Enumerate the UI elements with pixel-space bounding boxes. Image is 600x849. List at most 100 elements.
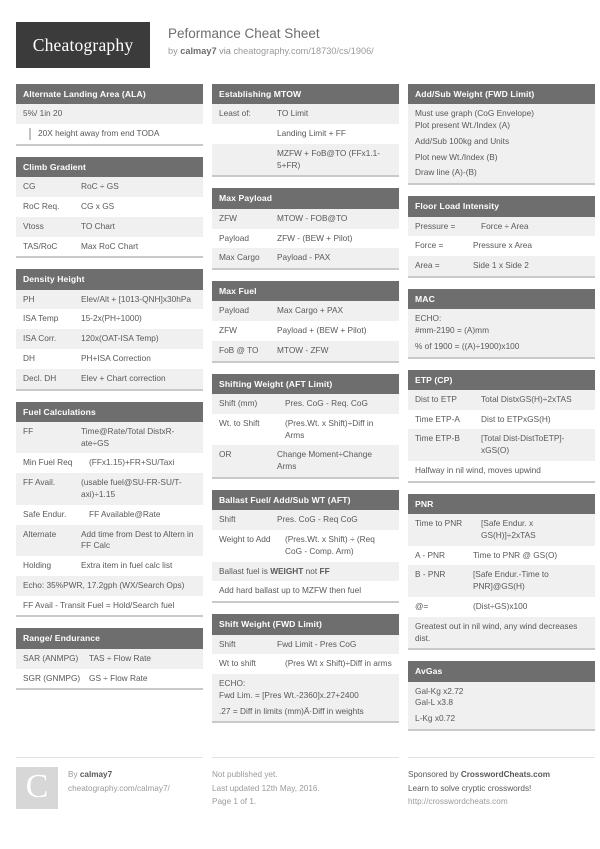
row-key: Time to PNR bbox=[415, 518, 463, 529]
row-key: Time ETP-A bbox=[415, 413, 460, 424]
row-key: SAR (ANMPG) bbox=[23, 652, 79, 663]
card-note: FF Avail - Transit Fuel = Hold/Search fu… bbox=[16, 595, 203, 616]
row-value: TO Limit bbox=[277, 108, 309, 119]
card-title: Establishing MTOW bbox=[212, 84, 399, 105]
card-title: Shift Weight (FWD Limit) bbox=[212, 614, 399, 635]
page-title: Peformance Cheat Sheet bbox=[168, 26, 320, 41]
footer-sponsor-name[interactable]: CrosswordCheats.com bbox=[461, 770, 550, 779]
row-value: ZFW - (BEW + Pilot) bbox=[277, 232, 353, 243]
card-note: Plot present Wt./Index (A) bbox=[408, 120, 595, 136]
row-key: Force = bbox=[415, 240, 444, 251]
cheatsheet-card: Climb Gradient CG RoC ÷ GS RoC Req. CG x GS V… bbox=[16, 156, 203, 259]
card-row: Time to PNR [Safe Endur. x GS(H)]÷2xTAS bbox=[408, 514, 595, 546]
row-value: Fwd Limit - Pres CoG bbox=[277, 638, 357, 649]
row-key bbox=[219, 128, 277, 140]
row-value: Elev/Alt + [1013-QNH]x30hPa bbox=[81, 293, 191, 304]
card-row: ZFW Payload + (BEW + Pilot) bbox=[212, 321, 399, 341]
footer-last-updated: Last updated 12th May, 2016. bbox=[212, 783, 320, 793]
card-note: #mm-2190 = (A)mm bbox=[408, 324, 595, 341]
cheatsheet-card: Ballast Fuel/ Add/Sub WT (AFT) Shift Pres.… bbox=[212, 489, 399, 604]
card-row: Min Fuel Req (FFx1.15)+FR+SU/Taxi bbox=[16, 453, 203, 474]
card-title: Add/Sub Weight (FWD Limit) bbox=[408, 84, 595, 105]
row-value: 120x(OAT-ISA Temp) bbox=[81, 333, 159, 344]
row-value: Landing Limit + FF bbox=[277, 128, 346, 139]
card-note: ECHO: bbox=[212, 674, 399, 690]
byline-source-url[interactable]: cheatography.com/18730/cs/1906/ bbox=[233, 46, 373, 56]
row-key: CG bbox=[23, 181, 36, 192]
row-key: B - PNR bbox=[415, 569, 446, 580]
card-row: ISA Temp 15-2x(PH÷1000) bbox=[16, 309, 203, 330]
footer-page-info: Page 1 of 1. bbox=[212, 797, 257, 807]
card-row: SGR (GNMPG) GS ÷ Flow Rate bbox=[16, 668, 203, 689]
row-value: Pressure x Area bbox=[473, 240, 533, 251]
footer-publish-status: Not published yet. bbox=[212, 769, 278, 779]
card-note: Gal-Kg x2.72 bbox=[408, 681, 595, 698]
card-row: Shift (mm) Pres. CoG - Req. CoG bbox=[212, 394, 399, 414]
card-note: Fwd Lim. = [Pres Wt.-2360]x.27+2400 bbox=[212, 689, 399, 706]
card-title: Floor Load Intensity bbox=[408, 196, 595, 217]
card-row: Dist to ETP Total DistxGS(H)÷2xTAS bbox=[408, 389, 595, 410]
footer-sponsor-tagline: Learn to solve cryptic crosswords! bbox=[408, 783, 532, 793]
cheatsheet-card: Alternate Landing Area (ALA) 5%/ 1in 20 20… bbox=[16, 84, 203, 146]
card-row: Weight to Add (Pres.Wt. x Shift) ÷ (Req C… bbox=[212, 530, 399, 562]
footer-author-text: By calmay7 cheatography.com/calmay7/ bbox=[68, 767, 170, 809]
byline: by calmay7 via cheatography.com/18730/cs… bbox=[168, 46, 374, 58]
row-value: (usable fuel@SU-FR-SU/T-axi)÷1.15 bbox=[81, 477, 182, 499]
row-value: GS ÷ Flow Rate bbox=[89, 672, 148, 683]
row-key: ISA Corr. bbox=[23, 333, 57, 344]
card-row: ZFW MTOW - FOB@TO bbox=[212, 208, 399, 229]
card-title: Max Payload bbox=[212, 188, 399, 209]
row-key: ZFW bbox=[219, 325, 237, 336]
footer-author-name[interactable]: calmay7 bbox=[80, 770, 112, 779]
card-title: PNR bbox=[408, 493, 595, 515]
card-row: TAS/RoC Max RoC Chart bbox=[16, 236, 203, 257]
footer-author-url[interactable]: cheatography.com/calmay7/ bbox=[68, 782, 170, 796]
row-value: Time to PNR @ GS(O) bbox=[473, 549, 558, 560]
card-title: AvGas bbox=[408, 661, 595, 682]
row-value: MZFW + FoB@TO (FFx1.1-5+FR) bbox=[277, 147, 380, 170]
footer-sponsor-line: Sponsored by CrosswordCheats.com bbox=[408, 768, 595, 782]
row-key: Pressure = bbox=[415, 220, 456, 231]
card-row: RoC Req. CG x GS bbox=[16, 196, 203, 217]
row-key: Time ETP-B bbox=[415, 433, 460, 444]
row-key: Vtoss bbox=[23, 220, 44, 231]
card-row: FoB @ TO MTOW - ZFW bbox=[212, 340, 399, 361]
card-row: Time ETP-A Dist to ETPxGS(H) bbox=[408, 409, 595, 430]
row-value: Side 1 x Side 2 bbox=[473, 260, 529, 271]
footer-by-line: By calmay7 bbox=[68, 768, 170, 782]
row-value: FF Available@Rate bbox=[89, 508, 161, 519]
card-note: Ballast fuel is WEIGHT not FF bbox=[212, 561, 399, 582]
byline-author[interactable]: calmay7 bbox=[180, 46, 216, 56]
row-value: [Safe Endur. x GS(H)]÷2xTAS bbox=[481, 518, 536, 540]
row-key: FF Avail. bbox=[23, 477, 56, 488]
card-row: CG RoC ÷ GS bbox=[16, 177, 203, 197]
cheatsheet-card: MAC ECHO: #mm-2190 = (A)mm% of 1900 = ((A)… bbox=[408, 288, 595, 359]
cheatsheet-card: Max Fuel Payload Max Cargo + PAX ZFW Payload… bbox=[212, 281, 399, 363]
note-text: not bbox=[303, 565, 320, 576]
card-note: Greatest out in nil wind, any wind decre… bbox=[408, 616, 595, 649]
card-note: Must use graph (CoG Envelope) bbox=[408, 104, 595, 121]
card-row: Holding Extra item in fuel calc list bbox=[16, 556, 203, 576]
row-key: FF bbox=[23, 425, 34, 436]
row-value: Change Moment÷Change Arms bbox=[277, 449, 372, 472]
footer-sponsor-url[interactable]: http://crosswordcheats.com bbox=[408, 795, 595, 809]
cheatography-logo[interactable]: Cheatography bbox=[16, 22, 150, 68]
card-row: Pressure = Force ÷ Area bbox=[408, 216, 595, 237]
row-value: Elev + Chart correction bbox=[81, 372, 166, 383]
row-key: Payload bbox=[219, 305, 249, 316]
card-row: Safe Endur. FF Available@Rate bbox=[16, 504, 203, 525]
row-key: Max Cargo bbox=[219, 252, 260, 263]
card-row: Shift Pres. CoG - Req CoG bbox=[212, 510, 399, 531]
card-note: 5%/ 1in 20 bbox=[16, 104, 203, 125]
row-key: Decl. DH bbox=[23, 372, 57, 383]
card-row: FF Time@Rate/Total DistxR-ate÷GS bbox=[16, 421, 203, 454]
row-key: Shift bbox=[219, 514, 236, 525]
cheatsheet-column: Alternate Landing Area (ALA) 5%/ 1in 20 20… bbox=[16, 84, 203, 701]
row-value: RoC ÷ GS bbox=[81, 181, 119, 192]
card-row: Payload ZFW - (BEW + Pilot) bbox=[212, 228, 399, 249]
logo-text: Cheatography bbox=[32, 34, 134, 55]
card-title: MAC bbox=[408, 288, 595, 310]
card-row: Least of: TO Limit bbox=[212, 104, 399, 125]
row-value: PH+ISA Correction bbox=[81, 352, 151, 363]
card-note: .27 = Diff in limits (mm)Ä·Diff in weigh… bbox=[212, 705, 399, 722]
